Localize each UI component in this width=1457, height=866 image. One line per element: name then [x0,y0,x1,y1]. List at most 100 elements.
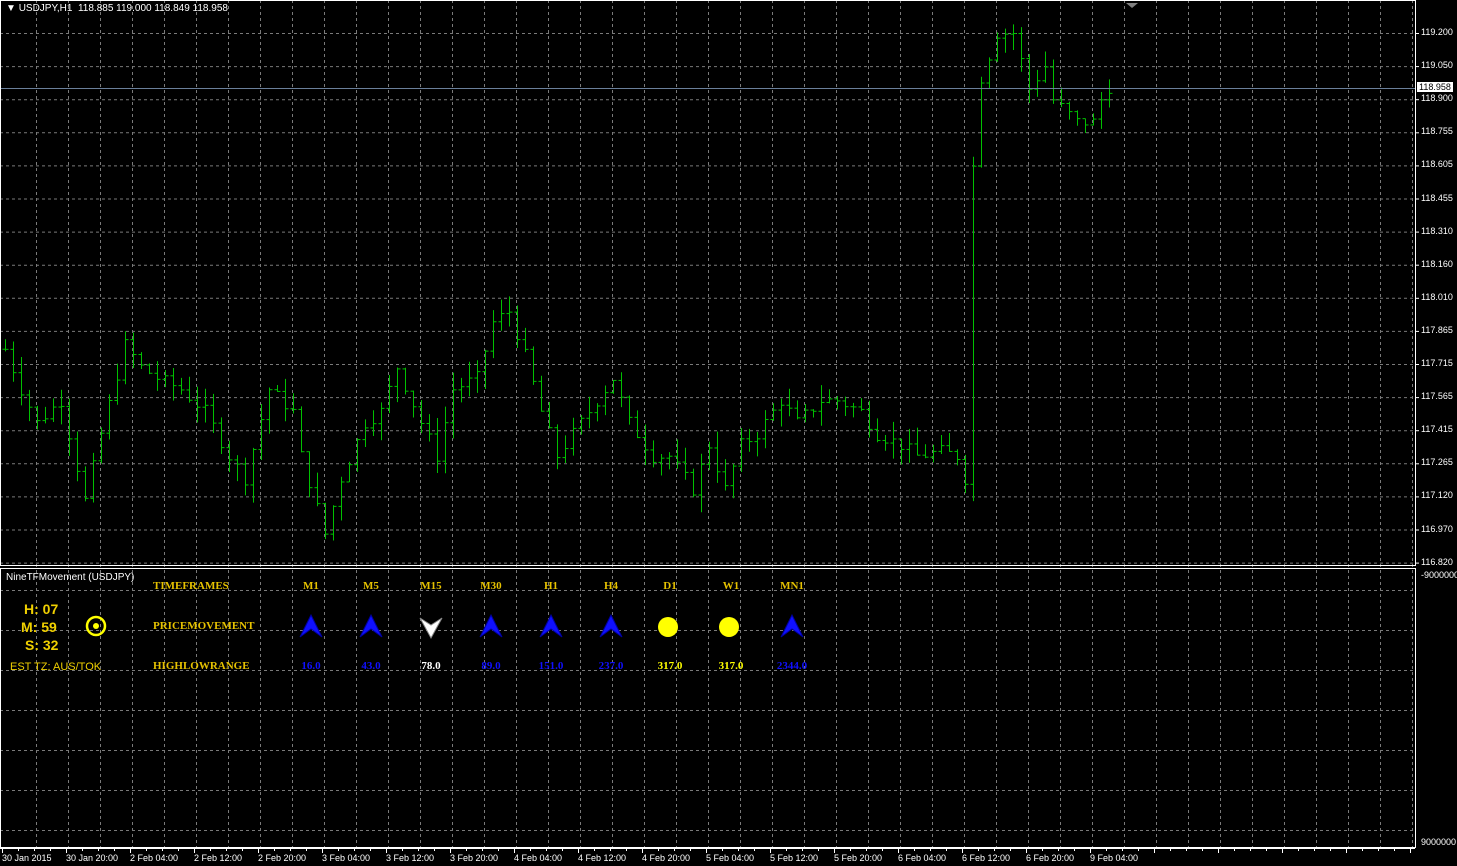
price-bar [658,454,665,476]
range-value-mn1: 2344.0 [776,660,808,672]
price-bar [530,346,537,385]
price-bar [730,463,737,499]
price-bar [1082,118,1089,133]
price-bar [690,468,697,498]
price-bar [482,349,489,389]
arrow-up-icon [539,613,563,638]
neutral-dot-icon [719,617,739,637]
price-bar [346,461,353,483]
time-label: 3 Feb 12:00 [386,853,435,863]
price-bar [602,385,609,416]
price-bar [538,375,545,412]
clock-hours: H: 07 [24,601,59,617]
price-bar [314,472,321,507]
price-label: 117.415 [1421,424,1453,435]
price-bar [370,410,377,436]
range-value-m30: 89.0 [481,660,501,672]
time-label: 6 Feb 20:00 [1026,853,1075,863]
chart-shift-marker-icon[interactable] [1126,3,1138,8]
row-label-movement: PRICEMOVEMENT [153,620,255,632]
price-bar [2,339,9,352]
timeframe-label-mn1: MN1 [780,580,804,592]
arrow-up-icon [780,613,804,638]
price-bar [954,449,961,466]
price-bar [794,400,801,420]
timeframe-label-m15: M15 [420,580,442,592]
chart-grid [0,0,1419,848]
price-bar [1010,24,1017,51]
price-bar [570,417,577,456]
row-label-timeframes: TIMEFRAMES [153,580,229,592]
price-bar [266,387,273,434]
time-label: 5 Feb 04:00 [706,853,755,863]
time-label: 3 Feb 20:00 [450,853,499,863]
price-bar [386,375,393,414]
price-bar [962,454,969,494]
price-label: 117.865 [1421,324,1453,335]
price-bar [626,395,633,425]
price-bar [826,389,833,404]
timezone-label: EST TZ: AUS/TOK [10,661,102,673]
arrow-up-icon [299,613,323,638]
price-bar [858,398,865,412]
price-bar [674,439,681,469]
time-label: 2 Feb 20:00 [258,853,307,863]
price-bar [594,403,601,422]
price-bar [682,447,689,480]
range-value-h1: 151.0 [538,660,564,672]
price-bar [106,394,113,440]
price-bar [322,502,329,540]
price-bar [226,440,233,473]
time-label: 4 Feb 20:00 [642,853,691,863]
price-bar [1026,54,1033,104]
price-label: 118.160 [1421,258,1453,269]
time-label: 3 Feb 04:00 [322,853,371,863]
price-bar [122,331,129,385]
price-chart[interactable] [0,0,1457,866]
movement-icons [299,613,804,640]
clock-seconds: S: 32 [25,637,59,653]
price-bar [754,431,761,457]
price-bar [1034,69,1041,97]
price-bar [194,386,201,423]
price-label: 118.310 [1421,225,1453,236]
price-label: 117.265 [1421,457,1453,468]
price-bar [354,438,361,472]
price-bar [986,57,993,89]
price-bar [426,414,433,442]
price-bar [698,453,705,513]
price-bar [578,415,585,435]
price-bar [506,296,513,327]
range-value-h4: 237.0 [598,660,624,672]
price-bar [610,379,617,394]
price-bar [58,389,65,425]
price-bar [90,452,97,503]
time-label: 2 Feb 04:00 [130,853,179,863]
price-bar [34,405,41,430]
price-bar [946,433,953,452]
price-bar [466,361,473,397]
price-label: 117.715 [1421,358,1453,368]
price-bar [874,418,881,443]
price-bar [434,417,441,473]
time-label: 6 Feb 04:00 [898,853,947,863]
price-bar [450,372,457,439]
price-bar [474,360,481,393]
time-label: 5 Feb 12:00 [770,853,819,863]
price-bar [442,406,449,474]
price-bars [2,24,1113,541]
price-bar [258,404,265,460]
price-bar [98,427,105,464]
price-bar [10,341,17,382]
price-bar [250,447,257,503]
time-label: 9 Feb 04:00 [1090,853,1139,863]
price-bar [330,505,337,541]
price-bar [210,393,217,433]
price-bar [978,76,985,168]
price-bar [666,452,673,470]
price-bar [922,444,929,459]
price-bar [50,398,57,422]
price-bar [306,451,313,498]
price-bar [274,385,281,392]
price-bar [866,400,873,438]
